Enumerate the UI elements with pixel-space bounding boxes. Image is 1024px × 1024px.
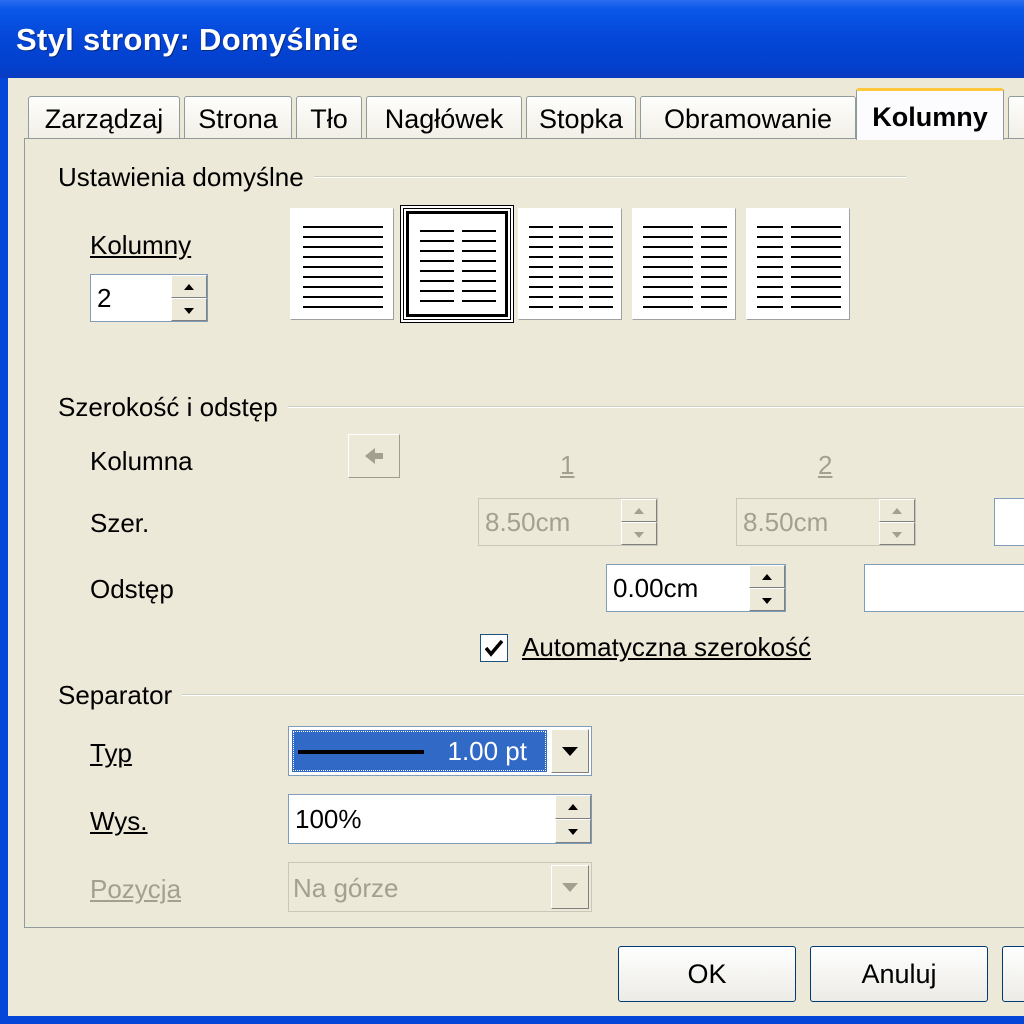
column-2-width-spin[interactable] <box>879 499 915 545</box>
tab-kolumny[interactable]: Kolumny <box>856 88 1004 140</box>
spin-up-icon[interactable] <box>749 565 785 588</box>
group-label-separator: Separator <box>58 680 183 711</box>
column-number-2: 2 <box>818 450 833 480</box>
wide-left-column-layout-icon <box>643 226 727 308</box>
dropdown-arrow-icon[interactable] <box>551 865 589 909</box>
previous-column-button[interactable] <box>348 434 400 478</box>
group-label-width-spacing: Szerokość i odstęp <box>58 392 288 423</box>
column-1-width-field[interactable]: 8.50cm <box>478 498 658 546</box>
layout-wide-left-button[interactable] <box>632 208 736 320</box>
title-bar[interactable]: Styl strony: Domyślnie <box>0 0 1024 78</box>
column-2-width-field[interactable]: 8.50cm <box>736 498 916 546</box>
checkmark-icon <box>484 639 504 657</box>
layout-three-columns-button[interactable] <box>518 208 622 320</box>
spin-up-icon[interactable] <box>879 499 915 522</box>
spacing-spin[interactable] <box>749 565 785 611</box>
spacing-value: 0.00cm <box>613 573 699 603</box>
type-label: Typ <box>90 738 132 768</box>
separator-type-selected: 1.00 pt <box>292 730 547 772</box>
group-label-defaults: Ustawienia domyślne <box>58 162 314 193</box>
wide-right-column-layout-icon <box>757 226 841 308</box>
layout-one-column-button[interactable] <box>290 208 394 320</box>
spin-down-icon[interactable] <box>879 522 915 545</box>
columns-value: 2 <box>97 283 112 313</box>
group-divider-separator <box>60 694 1024 696</box>
help-button[interactable] <box>1002 946 1024 1002</box>
window-frame-bottom <box>0 1016 1024 1024</box>
window-title: Styl strony: Domyślnie <box>16 22 359 57</box>
columns-spinbox[interactable]: 2 <box>90 274 208 322</box>
separator-height-field[interactable]: 100% <box>288 794 592 844</box>
spin-down-icon[interactable] <box>171 298 207 321</box>
layout-two-columns-button[interactable] <box>400 205 514 323</box>
three-column-layout-icon <box>529 226 613 308</box>
window-frame-left <box>0 78 8 1024</box>
layout-wide-right-button[interactable] <box>746 208 850 320</box>
ok-button[interactable]: OK <box>618 946 796 1002</box>
separator-type-dropdown[interactable]: 1.00 pt <box>288 726 592 776</box>
spacing-field-2[interactable] <box>864 564 1024 612</box>
separator-height-value: 100% <box>295 804 362 834</box>
column-label: Kolumna <box>90 446 193 476</box>
spin-up-icon[interactable] <box>555 795 591 819</box>
position-label: Pozycja <box>90 874 182 904</box>
two-column-layout-icon <box>420 230 496 302</box>
width-label: Szer. <box>90 508 150 538</box>
spacing-field[interactable]: 0.00cm <box>606 564 786 612</box>
line-sample-icon <box>298 750 424 754</box>
spin-down-icon[interactable] <box>749 588 785 611</box>
column-number-1: 1 <box>560 450 575 480</box>
auto-width-label[interactable]: Automatyczna szerokość <box>522 632 811 663</box>
spin-down-icon[interactable] <box>621 522 657 545</box>
spin-down-icon[interactable] <box>555 819 591 843</box>
column-2-width-value: 8.50cm <box>743 507 829 537</box>
auto-width-checkbox[interactable] <box>480 634 508 662</box>
spacing-label: Odstęp <box>90 574 174 604</box>
separator-type-value: 1.00 pt <box>447 736 527 766</box>
separator-height-spin[interactable] <box>555 795 591 843</box>
tab-obramowanie[interactable]: Obramowanie <box>640 96 856 138</box>
arrow-left-icon <box>365 448 383 464</box>
spin-up-icon[interactable] <box>171 275 207 298</box>
tab-stopka[interactable]: Stopka <box>526 96 636 138</box>
tab-overflow[interactable] <box>1008 96 1024 138</box>
column-3-width-field[interactable] <box>994 498 1024 546</box>
height-label: Wys. <box>90 806 148 836</box>
columns-spin-buttons[interactable] <box>171 275 207 321</box>
column-1-width-value: 8.50cm <box>485 507 571 537</box>
column-1-width-spin[interactable] <box>621 499 657 545</box>
tab-zarzadzaj[interactable]: Zarządzaj <box>28 96 180 138</box>
separator-position-value: Na górze <box>293 873 399 903</box>
separator-position-dropdown[interactable]: Na górze <box>288 862 592 912</box>
cancel-button[interactable]: Anuluj <box>810 946 988 1002</box>
tab-strona[interactable]: Strona <box>184 96 292 138</box>
tab-tlo[interactable]: Tło <box>296 96 362 138</box>
one-column-layout-icon <box>303 226 383 308</box>
spin-up-icon[interactable] <box>621 499 657 522</box>
dropdown-arrow-icon[interactable] <box>551 729 589 773</box>
columns-label: Kolumny <box>90 230 192 260</box>
tab-naglowek[interactable]: Nagłówek <box>366 96 522 138</box>
